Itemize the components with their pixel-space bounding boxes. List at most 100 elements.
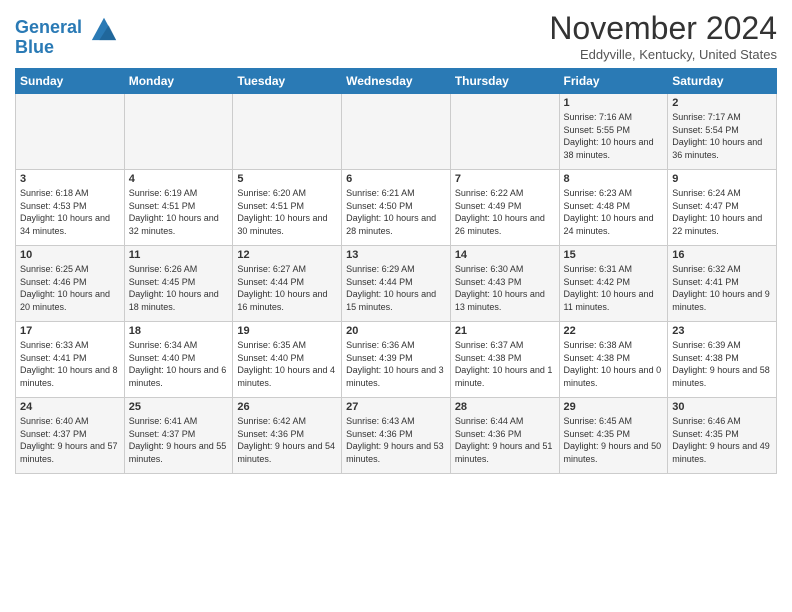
day-number: 5 xyxy=(237,173,337,185)
day-number: 13 xyxy=(346,249,446,261)
day-info: Sunrise: 6:24 AM Sunset: 4:47 PM Dayligh… xyxy=(672,187,772,237)
day-cell: 19 Sunrise: 6:35 AM Sunset: 4:40 PM Dayli… xyxy=(233,322,342,398)
day-info: Sunrise: 6:25 AM Sunset: 4:46 PM Dayligh… xyxy=(20,263,120,313)
day-info: Sunrise: 6:37 AM Sunset: 4:38 PM Dayligh… xyxy=(455,339,555,389)
day-number: 9 xyxy=(672,173,772,185)
day-number: 3 xyxy=(20,173,120,185)
day-info: Sunrise: 6:21 AM Sunset: 4:50 PM Dayligh… xyxy=(346,187,446,237)
calendar-table: SundayMondayTuesdayWednesdayThursdayFrid… xyxy=(15,68,777,474)
day-number: 15 xyxy=(564,249,664,261)
day-info: Sunrise: 6:41 AM Sunset: 4:37 PM Dayligh… xyxy=(129,415,229,465)
day-cell: 8 Sunrise: 6:23 AM Sunset: 4:48 PM Daylig… xyxy=(559,170,668,246)
day-cell: 6 Sunrise: 6:21 AM Sunset: 4:50 PM Daylig… xyxy=(342,170,451,246)
day-number: 29 xyxy=(564,401,664,413)
day-info: Sunrise: 6:27 AM Sunset: 4:44 PM Dayligh… xyxy=(237,263,337,313)
col-header-saturday: Saturday xyxy=(668,69,777,94)
day-cell: 16Sunrise: 6:32 AM Sunset: 4:41 PM Dayli… xyxy=(668,246,777,322)
day-info: Sunrise: 6:18 AM Sunset: 4:53 PM Dayligh… xyxy=(20,187,120,237)
day-cell: 17 Sunrise: 6:33 AM Sunset: 4:41 PM Dayli… xyxy=(16,322,125,398)
day-info: Sunrise: 6:36 AM Sunset: 4:39 PM Dayligh… xyxy=(346,339,446,389)
day-number: 19 xyxy=(237,325,337,337)
day-cell: 27 Sunrise: 6:43 AM Sunset: 4:36 PM Dayli… xyxy=(342,398,451,474)
day-cell: 7 Sunrise: 6:22 AM Sunset: 4:49 PM Daylig… xyxy=(450,170,559,246)
day-cell: 12 Sunrise: 6:27 AM Sunset: 4:44 PM Dayli… xyxy=(233,246,342,322)
day-number: 14 xyxy=(455,249,555,261)
day-cell xyxy=(342,94,451,170)
day-number: 8 xyxy=(564,173,664,185)
day-cell: 29 Sunrise: 6:45 AM Sunset: 4:35 PM Dayli… xyxy=(559,398,668,474)
day-number: 26 xyxy=(237,401,337,413)
day-number: 23 xyxy=(672,325,772,337)
day-cell: 11Sunrise: 6:26 AM Sunset: 4:45 PM Dayli… xyxy=(124,246,233,322)
day-cell: 25Sunrise: 6:41 AM Sunset: 4:37 PM Dayli… xyxy=(124,398,233,474)
day-number: 1 xyxy=(564,97,664,109)
day-cell: 28Sunrise: 6:44 AM Sunset: 4:36 PM Dayli… xyxy=(450,398,559,474)
week-row-2: 3 Sunrise: 6:18 AM Sunset: 4:53 PM Daylig… xyxy=(16,170,777,246)
title-block: November 2024 Eddyville, Kentucky, Unite… xyxy=(549,10,777,62)
week-row-5: 24 Sunrise: 6:40 AM Sunset: 4:37 PM Dayli… xyxy=(16,398,777,474)
day-number: 28 xyxy=(455,401,555,413)
day-cell: 24 Sunrise: 6:40 AM Sunset: 4:37 PM Dayli… xyxy=(16,398,125,474)
location: Eddyville, Kentucky, United States xyxy=(549,47,777,62)
day-cell: 15 Sunrise: 6:31 AM Sunset: 4:42 PM Dayli… xyxy=(559,246,668,322)
day-info: Sunrise: 6:20 AM Sunset: 4:51 PM Dayligh… xyxy=(237,187,337,237)
day-number: 21 xyxy=(455,325,555,337)
day-number: 27 xyxy=(346,401,446,413)
day-info: Sunrise: 6:42 AM Sunset: 4:36 PM Dayligh… xyxy=(237,415,337,465)
day-number: 30 xyxy=(672,401,772,413)
logo-general: General xyxy=(15,17,82,37)
day-cell: 30 Sunrise: 6:46 AM Sunset: 4:35 PM Dayli… xyxy=(668,398,777,474)
day-cell: 9 Sunrise: 6:24 AM Sunset: 4:47 PM Daylig… xyxy=(668,170,777,246)
day-number: 6 xyxy=(346,173,446,185)
day-number: 7 xyxy=(455,173,555,185)
day-cell: 5 Sunrise: 6:20 AM Sunset: 4:51 PM Daylig… xyxy=(233,170,342,246)
day-cell xyxy=(233,94,342,170)
day-number: 24 xyxy=(20,401,120,413)
day-cell: 10Sunrise: 6:25 AM Sunset: 4:46 PM Dayli… xyxy=(16,246,125,322)
week-row-3: 10Sunrise: 6:25 AM Sunset: 4:46 PM Dayli… xyxy=(16,246,777,322)
day-number: 17 xyxy=(20,325,120,337)
day-info: Sunrise: 6:33 AM Sunset: 4:41 PM Dayligh… xyxy=(20,339,120,389)
day-number: 2 xyxy=(672,97,772,109)
day-info: Sunrise: 7:17 AM Sunset: 5:54 PM Dayligh… xyxy=(672,111,772,161)
day-cell xyxy=(16,94,125,170)
day-cell: 4Sunrise: 6:19 AM Sunset: 4:51 PM Daylig… xyxy=(124,170,233,246)
week-row-1: 1Sunrise: 7:16 AM Sunset: 5:55 PM Daylig… xyxy=(16,94,777,170)
day-cell xyxy=(450,94,559,170)
day-info: Sunrise: 6:38 AM Sunset: 4:38 PM Dayligh… xyxy=(564,339,664,389)
day-info: Sunrise: 6:26 AM Sunset: 4:45 PM Dayligh… xyxy=(129,263,229,313)
day-cell: 13 Sunrise: 6:29 AM Sunset: 4:44 PM Dayli… xyxy=(342,246,451,322)
day-cell: 23 Sunrise: 6:39 AM Sunset: 4:38 PM Dayli… xyxy=(668,322,777,398)
day-info: Sunrise: 6:30 AM Sunset: 4:43 PM Dayligh… xyxy=(455,263,555,313)
day-info: Sunrise: 6:45 AM Sunset: 4:35 PM Dayligh… xyxy=(564,415,664,465)
day-number: 12 xyxy=(237,249,337,261)
day-info: Sunrise: 6:22 AM Sunset: 4:49 PM Dayligh… xyxy=(455,187,555,237)
day-info: Sunrise: 6:43 AM Sunset: 4:36 PM Dayligh… xyxy=(346,415,446,465)
day-info: Sunrise: 6:34 AM Sunset: 4:40 PM Dayligh… xyxy=(129,339,229,389)
day-cell: 20Sunrise: 6:36 AM Sunset: 4:39 PM Dayli… xyxy=(342,322,451,398)
col-header-friday: Friday xyxy=(559,69,668,94)
day-info: Sunrise: 6:23 AM Sunset: 4:48 PM Dayligh… xyxy=(564,187,664,237)
col-header-sunday: Sunday xyxy=(16,69,125,94)
month-title: November 2024 xyxy=(549,10,777,47)
day-cell: 1Sunrise: 7:16 AM Sunset: 5:55 PM Daylig… xyxy=(559,94,668,170)
day-info: Sunrise: 6:39 AM Sunset: 4:38 PM Dayligh… xyxy=(672,339,772,389)
col-header-tuesday: Tuesday xyxy=(233,69,342,94)
day-info: Sunrise: 6:35 AM Sunset: 4:40 PM Dayligh… xyxy=(237,339,337,389)
day-cell: 26 Sunrise: 6:42 AM Sunset: 4:36 PM Dayli… xyxy=(233,398,342,474)
day-number: 22 xyxy=(564,325,664,337)
day-info: Sunrise: 6:32 AM Sunset: 4:41 PM Dayligh… xyxy=(672,263,772,313)
day-info: Sunrise: 6:19 AM Sunset: 4:51 PM Dayligh… xyxy=(129,187,229,237)
calendar-header-row: SundayMondayTuesdayWednesdayThursdayFrid… xyxy=(16,69,777,94)
day-info: Sunrise: 6:40 AM Sunset: 4:37 PM Dayligh… xyxy=(20,415,120,465)
day-info: Sunrise: 6:46 AM Sunset: 4:35 PM Dayligh… xyxy=(672,415,772,465)
day-info: Sunrise: 6:31 AM Sunset: 4:42 PM Dayligh… xyxy=(564,263,664,313)
day-cell xyxy=(124,94,233,170)
header: General Blue November 2024 Eddyville, Ke… xyxy=(15,10,777,62)
day-number: 18 xyxy=(129,325,229,337)
day-cell: 3 Sunrise: 6:18 AM Sunset: 4:53 PM Daylig… xyxy=(16,170,125,246)
main-container: General Blue November 2024 Eddyville, Ke… xyxy=(0,0,792,484)
logo: General Blue xyxy=(15,14,118,58)
day-info: Sunrise: 6:29 AM Sunset: 4:44 PM Dayligh… xyxy=(346,263,446,313)
day-cell: 21 Sunrise: 6:37 AM Sunset: 4:38 PM Dayli… xyxy=(450,322,559,398)
